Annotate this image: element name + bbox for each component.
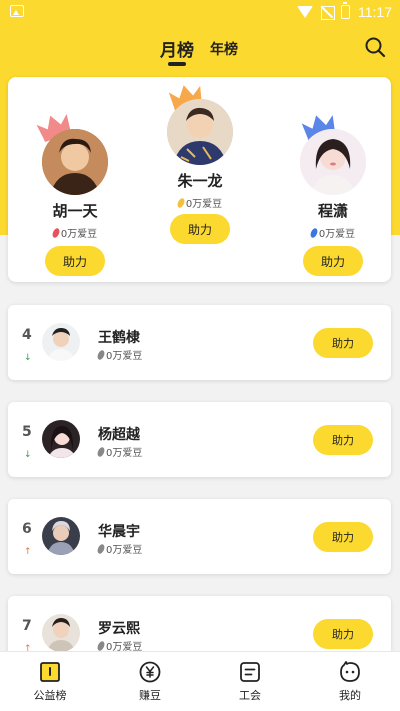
status-bar: 11:17 [0, 0, 400, 24]
bean-icon [96, 639, 106, 652]
ranking-row[interactable]: 4 ↓ 王鹤棣 0万爱豆 助力 [8, 305, 391, 380]
trend-up-icon: ↑ [24, 547, 32, 557]
charity-icon [40, 662, 60, 682]
help-button[interactable]: 助力 [45, 246, 105, 276]
help-button[interactable]: 助力 [170, 214, 230, 244]
tab-monthly[interactable]: 月榜 [160, 36, 194, 61]
bean-icon [308, 226, 319, 239]
wifi-icon [297, 6, 313, 18]
avatar[interactable] [167, 99, 233, 165]
avatar[interactable] [42, 129, 108, 195]
avatar[interactable] [42, 614, 80, 652]
rank-number: 6 [22, 521, 32, 537]
podium-rank-3: 程潇 0万爱豆 助力 [288, 115, 378, 276]
bean-count-text: 0万爱豆 [185, 199, 223, 210]
podium-rank-2: 胡一天 0万爱豆 助力 [30, 113, 120, 276]
yen-coin-icon [139, 661, 161, 683]
bean-icon [50, 226, 61, 239]
bean-icon [175, 196, 186, 209]
bean-count-text: 0万爱豆 [106, 351, 143, 362]
bean-count: 0万爱豆 [96, 541, 143, 556]
rank-number: 7 [22, 618, 32, 634]
bean-icon [96, 445, 106, 458]
podium-name: 朱一龙 [177, 172, 223, 190]
row-name: 杨超越 [98, 427, 140, 443]
guild-icon [240, 662, 260, 682]
avatar[interactable] [42, 420, 80, 458]
nav-item-earn-beans[interactable]: 赚豆 [100, 652, 200, 711]
bean-count-text: 0万爱豆 [106, 545, 143, 556]
nav-label: 赚豆 [139, 689, 161, 702]
row-name: 华晨宇 [98, 524, 140, 540]
ranking-tabs: 月榜 年榜 [0, 36, 400, 66]
nav-item-profile[interactable]: 我的 [300, 652, 400, 711]
bean-count: 0万爱豆 [96, 444, 143, 459]
avatar[interactable] [42, 517, 80, 555]
ranking-row[interactable]: 6 ↑ 华晨宇 0万爱豆 助力 [8, 499, 391, 574]
nav-label: 工会 [239, 689, 261, 702]
avatar[interactable] [300, 129, 366, 195]
avatar[interactable] [42, 323, 80, 361]
tab-yearly[interactable]: 年榜 [210, 39, 238, 59]
bean-count-text: 0万爱豆 [106, 448, 143, 459]
podium-rank-1: 朱一龙 0万爱豆 助力 [155, 83, 245, 244]
help-button[interactable]: 助力 [303, 246, 363, 276]
nav-label: 我的 [339, 689, 361, 702]
bottom-nav: 公益榜 赚豆 工会 我的 [0, 651, 400, 711]
bean-count: 0万爱豆 [288, 225, 378, 240]
bean-icon [96, 348, 106, 361]
help-button[interactable]: 助力 [313, 522, 373, 552]
rank-number: 5 [22, 424, 32, 440]
gallery-notification-icon [10, 5, 24, 17]
nav-item-charity[interactable]: 公益榜 [0, 652, 100, 711]
podium-name: 胡一天 [52, 202, 98, 220]
top-three-card: 胡一天 0万爱豆 助力 朱一龙 0万爱豆 助力 程潇 0万爱豆 助力 [8, 77, 391, 282]
help-button[interactable]: 助力 [313, 425, 373, 455]
podium-name: 程潇 [317, 202, 348, 220]
search-icon[interactable] [364, 36, 386, 58]
active-tab-indicator [168, 62, 186, 66]
trend-down-icon: ↓ [24, 353, 32, 363]
bean-count-text: 0万爱豆 [60, 229, 98, 240]
status-time: 11:17 [358, 4, 392, 20]
nav-label: 公益榜 [33, 689, 67, 702]
bean-icon [96, 542, 106, 555]
bean-count: 0万爱豆 [155, 195, 245, 210]
row-name: 王鹤棣 [98, 330, 140, 346]
nav-item-guild[interactable]: 工会 [200, 652, 300, 711]
row-name: 罗云熙 [98, 621, 140, 637]
no-signal-icon [321, 6, 333, 18]
battery-icon [341, 2, 350, 19]
bean-count: 0万爱豆 [96, 347, 143, 362]
trend-down-icon: ↓ [24, 450, 32, 460]
rank-number: 4 [22, 327, 32, 343]
ranking-row[interactable]: 5 ↓ 杨超越 0万爱豆 助力 [8, 402, 391, 477]
help-button[interactable]: 助力 [313, 619, 373, 649]
bean-count: 0万爱豆 [30, 225, 120, 240]
help-button[interactable]: 助力 [313, 328, 373, 358]
bean-count-text: 0万爱豆 [318, 229, 356, 240]
profile-icon [340, 661, 360, 682]
